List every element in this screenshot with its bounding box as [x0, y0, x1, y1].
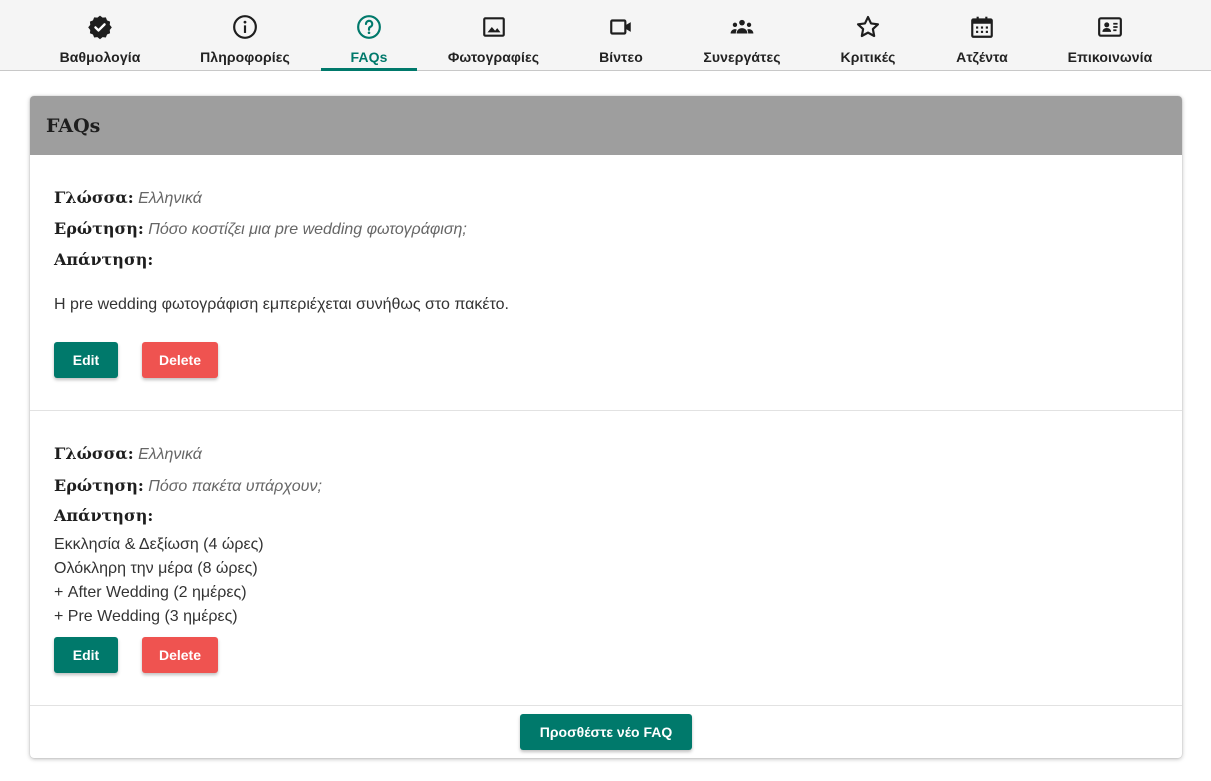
faq-answer-row: Απάντηση:	[54, 506, 153, 526]
language-value: Ελληνικά	[138, 446, 202, 463]
tab-rating[interactable]: Βαθμολογία	[47, 0, 153, 71]
tab-bar: Βαθμολογία Πληροφορίες FAQs Φωτογραφίες …	[0, 0, 1211, 71]
tab-rating-label: Βαθμολογία	[59, 49, 141, 65]
tab-reviews-label: Κριτικές	[840, 49, 896, 65]
help-circle-icon	[356, 14, 382, 40]
calendar-icon	[969, 14, 995, 40]
active-tab-indicator	[321, 68, 417, 71]
tab-photos[interactable]: Φωτογραφίες	[441, 0, 546, 71]
tab-partners-label: Συνεργάτες	[703, 49, 781, 65]
faq-language-row: Γλώσσα: Ελληνικά	[54, 444, 202, 464]
tab-photos-label: Φωτογραφίες	[447, 49, 540, 65]
tab-faqs-label: FAQs	[350, 49, 388, 65]
tab-contact[interactable]: Επικοινωνία	[1060, 0, 1160, 71]
answer-text: Εκκλησία & Δεξίωση (4 ώρες) Ολόκληρη την…	[54, 536, 264, 625]
video-camera-icon	[608, 14, 634, 40]
faq-item: Γλώσσα: Ελληνικά Ερώτηση: Πόσο πακέτα υπ…	[30, 96, 1182, 705]
tab-info-label: Πληροφορίες	[200, 49, 290, 65]
tab-partners[interactable]: Συνεργάτες	[697, 0, 787, 71]
faq-question-row: Ερώτηση: Πόσο πακέτα υπάρχουν;	[54, 476, 322, 496]
info-icon	[232, 14, 258, 40]
add-faq-button[interactable]: Προσθέστε νέο FAQ	[520, 714, 692, 750]
edit-button[interactable]: Edit	[54, 637, 118, 673]
verified-badge-icon	[87, 14, 113, 40]
answer-label: Απάντηση:	[54, 506, 154, 525]
image-icon	[481, 14, 507, 40]
tab-faqs[interactable]: FAQs	[321, 0, 417, 71]
tab-agenda[interactable]: Ατζέντα	[947, 0, 1017, 71]
question-label: Ερώτηση:	[54, 476, 144, 495]
tab-reviews[interactable]: Κριτικές	[832, 0, 904, 71]
language-label: Γλώσσα:	[54, 444, 134, 463]
tab-contact-label: Επικοινωνία	[1067, 49, 1153, 65]
delete-button[interactable]: Delete	[142, 637, 218, 673]
question-value: Πόσο πακέτα υπάρχουν;	[148, 478, 322, 495]
group-icon	[729, 14, 755, 40]
faqs-card: FAQs Γλώσσα: Ελληνικά Ερώτηση: Πόσο κοστ…	[30, 96, 1182, 758]
tab-info[interactable]: Πληροφορίες	[193, 0, 297, 71]
tab-video[interactable]: Βίντεο	[586, 0, 656, 71]
tab-video-label: Βίντεο	[599, 49, 643, 65]
star-icon	[855, 14, 881, 40]
contact-card-icon	[1097, 14, 1123, 40]
divider	[30, 705, 1182, 706]
tab-agenda-label: Ατζέντα	[956, 49, 1008, 65]
